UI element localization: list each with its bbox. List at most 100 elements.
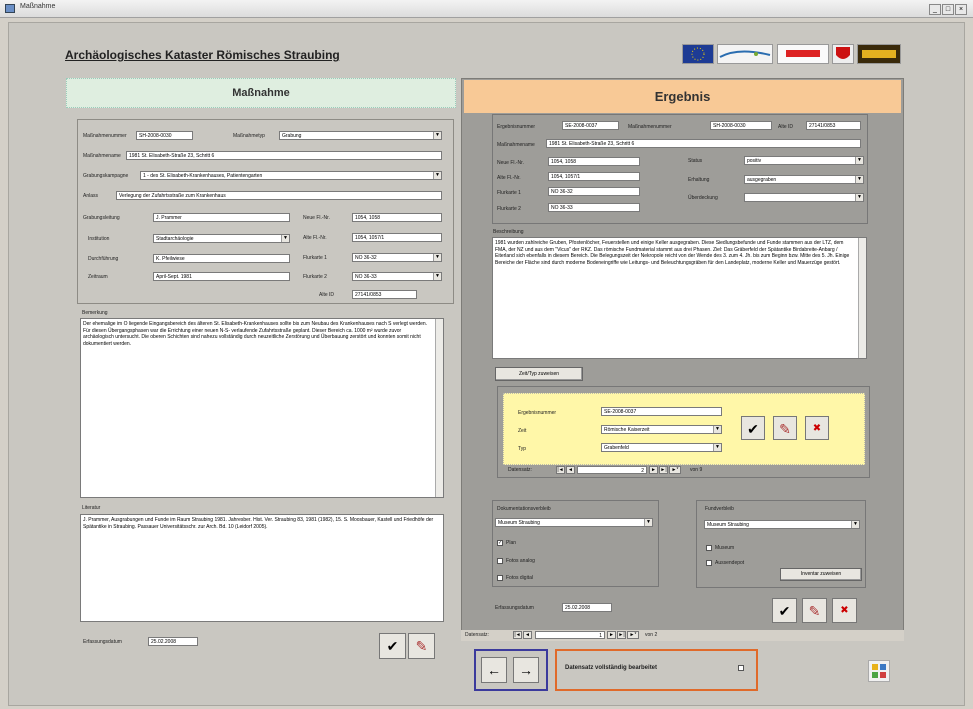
main-prev-record-button[interactable]: ◄ <box>523 631 532 639</box>
left-erfassungsdatum-label: Erfassungsdatum <box>83 639 122 645</box>
chevron-down-icon[interactable]: ▼ <box>855 157 863 164</box>
close-button[interactable]: × <box>955 4 967 15</box>
zeit-typ-zuweisen-button[interactable]: Zeit/Typ zuweisen <box>495 367 583 381</box>
literatur-text: J. Prammer, Ausgrabungen und Funde im Ra… <box>83 517 434 530</box>
aussendepot-checkbox[interactable] <box>706 560 712 566</box>
sub-ergebnisnummer-field[interactable]: SE-2008-0037 <box>601 407 722 416</box>
bemerkung-textarea[interactable]: Der ehemalige im O liegende Eingangsbere… <box>80 318 444 498</box>
inventar-zuweisen-button[interactable]: Inventar zuweisen <box>780 568 862 581</box>
durchfuehrung-label: Durchführung <box>88 256 119 262</box>
chevron-down-icon[interactable]: ▼ <box>855 194 863 201</box>
main-new-record-button[interactable]: ►* <box>627 631 639 639</box>
institution-select[interactable]: Stadtarchäologie ▼ <box>153 234 290 243</box>
save-button[interactable]: ✔ <box>379 633 406 659</box>
right-erfassungsdatum-field[interactable]: 25.02.2008 <box>562 603 612 612</box>
complete-checkbox[interactable] <box>738 665 744 671</box>
literatur-label: Literatur <box>82 505 101 511</box>
main-record-number[interactable]: 1 <box>535 631 605 639</box>
chevron-down-icon[interactable]: ▼ <box>851 521 859 528</box>
prev-button[interactable]: ← <box>481 657 507 683</box>
chevron-down-icon[interactable]: ▼ <box>644 519 652 526</box>
sub-typ-label: Typ <box>518 446 527 452</box>
plan-checkbox[interactable]: ✓ <box>497 540 503 546</box>
durchfuehrung-field[interactable]: K. Pfeilwiese <box>153 254 290 263</box>
flurkarte1-select[interactable]: NO 36-32 ▼ <box>352 253 442 262</box>
neue-flnr-field[interactable]: 1054, 1058 <box>352 213 442 222</box>
ergebnis-save-button[interactable]: ✔ <box>772 598 797 623</box>
anlass-field[interactable]: Verlegung der Zufahrtsstraße zum Kranken… <box>116 191 442 200</box>
sub-typ-select[interactable]: Grabenfeld ▼ <box>601 443 722 452</box>
flurkarte2-select[interactable]: NO 36-33 ▼ <box>352 272 442 281</box>
status-select[interactable]: positiv ▼ <box>744 156 864 165</box>
beschreibung-textarea[interactable]: 1981 wurden zahlreiche Gruben, Pfostenlö… <box>492 237 867 359</box>
app-title: Archäologisches Kataster Römisches Strau… <box>65 48 340 62</box>
main-nav-total: von 2 <box>645 632 658 638</box>
sub-last-record-button[interactable]: ►| <box>659 466 668 474</box>
sub-record-number[interactable]: 2 <box>577 466 647 474</box>
main-last-record-button[interactable]: ►| <box>617 631 626 639</box>
right-massnahmename-field[interactable]: 1981 St. Elisabeth-Straße 23, Schritt 6 <box>546 139 861 148</box>
sub-new-record-button[interactable]: ►* <box>669 466 681 474</box>
left-alte-id-field[interactable]: 27141/0853 <box>352 290 417 299</box>
flurkarte2-value: NO 36-33 <box>355 274 377 280</box>
sub-edit-button[interactable]: ✎ <box>773 416 797 440</box>
doku-label: Dokumentationsverbleib <box>497 506 551 512</box>
chevron-down-icon[interactable]: ▼ <box>433 254 441 261</box>
flurkarte1-value: NO 36-32 <box>355 255 377 261</box>
edit-button[interactable]: ✎ <box>408 633 435 659</box>
main-first-record-button[interactable]: |◄ <box>513 631 522 639</box>
check-icon: ✔ <box>778 603 791 619</box>
ergebnis-delete-button[interactable]: ✖ <box>832 598 857 623</box>
sub-first-record-button[interactable]: |◄ <box>556 466 565 474</box>
massnahmename-field[interactable]: 1981 St. Elisabeth-Straße 23, Schritt 6 <box>126 151 442 160</box>
right-alte-flnr-field[interactable]: 1054, 1057/1 <box>548 172 640 181</box>
report-button[interactable] <box>868 660 890 682</box>
foto-digital-checkbox[interactable] <box>497 575 503 581</box>
ergebnis-edit-button[interactable]: ✎ <box>802 598 827 623</box>
right-alte-id-field[interactable]: 27141/0853 <box>806 121 861 130</box>
sub-next-record-button[interactable]: ► <box>649 466 658 474</box>
massnahmetyp-select[interactable]: Grabung ▼ <box>279 131 442 140</box>
chevron-down-icon[interactable]: ▼ <box>433 132 441 139</box>
right-flurkarte1-field[interactable]: NO 36-32 <box>548 187 640 196</box>
literatur-textarea[interactable]: J. Prammer, Ausgrabungen und Funde im Ra… <box>80 514 444 622</box>
maximize-button[interactable]: □ <box>942 4 954 15</box>
minimize-button[interactable]: _ <box>929 4 941 15</box>
erhaltung-label: Erhaltung <box>688 177 710 183</box>
chevron-down-icon[interactable]: ▼ <box>281 235 289 242</box>
erhaltung-select[interactable]: ausgegraben ▼ <box>744 175 864 184</box>
foto-analog-checkbox[interactable] <box>497 558 503 564</box>
museum-checkbox[interactable] <box>706 545 712 551</box>
bemerkung-scrollbar[interactable] <box>435 319 443 497</box>
chevron-down-icon[interactable]: ▼ <box>433 273 441 280</box>
alte-flnr-field[interactable]: 1054, 1057/1 <box>352 233 442 242</box>
sub-zeit-select[interactable]: Römische Kaiserzeit ▼ <box>601 425 722 434</box>
grabungskampagne-select[interactable]: 1 - des St. Elisabeth-Krankenhauses, Pat… <box>140 171 442 180</box>
sub-zeit-label: Zeit <box>518 428 527 434</box>
sub-prev-record-button[interactable]: ◄ <box>566 466 575 474</box>
pencil-icon: ✎ <box>415 638 428 654</box>
doku-select[interactable]: Museum Straubing ▼ <box>495 518 653 527</box>
fund-select[interactable]: Museum Straubing ▼ <box>704 520 860 529</box>
left-erfassungsdatum-field[interactable]: 25.02.2008 <box>148 637 198 646</box>
grabungsleitung-field[interactable]: J. Prammer <box>153 213 290 222</box>
right-neue-flnr-field[interactable]: 1054, 1058 <box>548 157 640 166</box>
chevron-down-icon[interactable]: ▼ <box>713 444 721 451</box>
zeitraum-field[interactable]: April-Sept. 1981 <box>153 272 290 281</box>
sub-nav-total: von 9 <box>690 467 703 473</box>
sub-delete-button[interactable]: ✖ <box>805 416 829 440</box>
chevron-down-icon[interactable]: ▼ <box>433 172 441 179</box>
ueberdeckung-select[interactable]: ▼ <box>744 193 864 202</box>
next-button[interactable]: → <box>513 657 539 683</box>
massnahmenummer-field[interactable]: SH-2008-0030 <box>136 131 193 140</box>
sub-save-button[interactable]: ✔ <box>741 416 765 440</box>
ergebnisnummer-field[interactable]: SE-2008-0037 <box>562 121 619 130</box>
chevron-down-icon[interactable]: ▼ <box>713 426 721 433</box>
right-massnahmenummer-field[interactable]: SH-2008-0030 <box>710 121 772 130</box>
main-next-record-button[interactable]: ► <box>607 631 616 639</box>
app-icon <box>5 4 15 13</box>
chevron-down-icon[interactable]: ▼ <box>855 176 863 183</box>
right-flurkarte1-label: Flurkarte 1 <box>497 190 521 196</box>
beschreibung-scrollbar[interactable] <box>858 238 866 358</box>
right-flurkarte2-field[interactable]: NO 36-33 <box>548 203 640 212</box>
